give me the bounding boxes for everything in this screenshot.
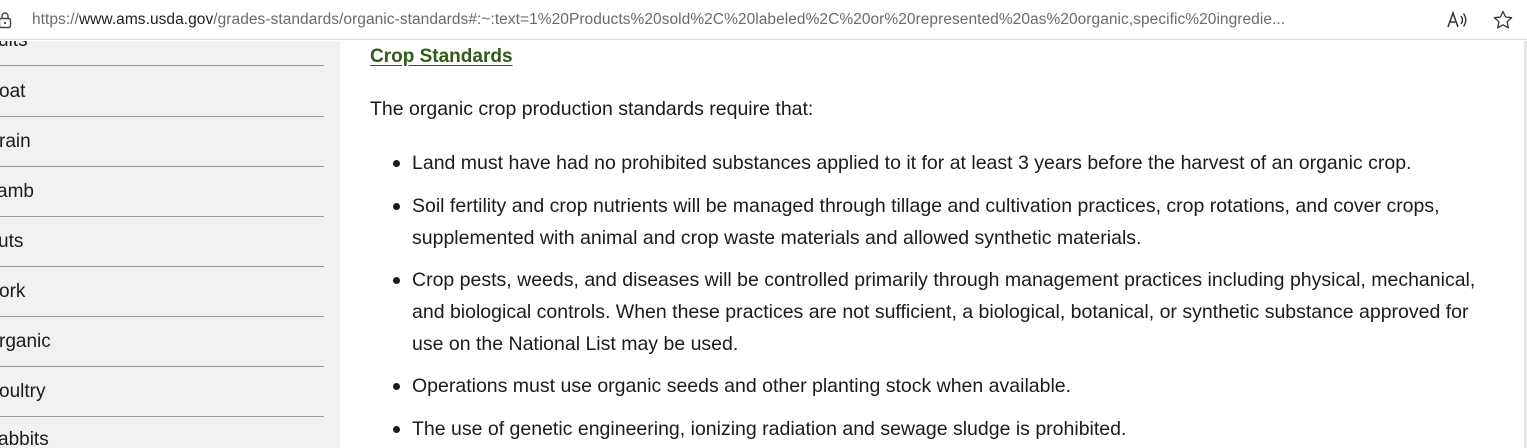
list-item-text: Crop pests, weeds, and diseases will be … <box>412 269 1476 291</box>
sidebar-item-label: amb <box>0 181 34 202</box>
url-path: /grades-standards/organic-standards#:~:t… <box>213 11 1286 28</box>
sidebar-item-label: rganic <box>0 331 51 352</box>
sidebar-item-label: abbits <box>0 429 49 448</box>
sidebar-nav: uits oat rain amb uts ork rganic oultry … <box>0 41 340 448</box>
bullet-icon <box>393 383 400 390</box>
bullet-icon <box>393 277 400 284</box>
sidebar-item-pork[interactable]: ork <box>0 267 324 317</box>
list-item-text: The use of genetic engineering, ionizing… <box>412 418 1127 440</box>
bullet-icon <box>393 160 400 167</box>
list-item-text-line2: supplemented with animal and crop waste … <box>412 227 1142 249</box>
favorite-star-icon[interactable] <box>1493 10 1513 30</box>
sidebar-item-nuts[interactable]: uts <box>0 217 324 267</box>
crop-standards-link[interactable]: Crop Standards <box>370 46 513 68</box>
address-bar[interactable]: https://www.ams.usda.gov/grades-standard… <box>0 0 1527 40</box>
sidebar-item-label: uts <box>0 231 24 252</box>
sidebar-item-fruits[interactable]: uits <box>0 41 324 66</box>
sidebar-item-rabbits[interactable]: abbits <box>0 415 324 448</box>
sidebar-item-organic[interactable]: rganic <box>0 317 324 367</box>
list-item-text: Land must have had no prohibited substan… <box>412 152 1412 174</box>
bullet-icon <box>393 203 400 210</box>
sidebar-item-label: rain <box>0 131 31 152</box>
bullet-icon <box>393 426 400 433</box>
url-text[interactable]: https://www.ams.usda.gov/grades-standard… <box>32 10 1422 30</box>
read-aloud-icon[interactable] <box>1446 10 1468 30</box>
list-item-text: Operations must use organic seeds and ot… <box>412 375 1072 397</box>
sidebar-item-label: oultry <box>0 381 46 402</box>
sidebar-item-goat[interactable]: oat <box>0 67 324 117</box>
list-item-text: Soil fertility and crop nutrients will b… <box>412 195 1440 217</box>
lock-icon[interactable] <box>0 11 12 29</box>
sidebar-item-label: uits <box>0 41 28 65</box>
sidebar-item-lamb[interactable]: amb <box>0 167 324 217</box>
url-scheme: https:// <box>32 11 79 28</box>
intro-text: The organic crop production standards re… <box>370 98 814 120</box>
sidebar-item-poultry[interactable]: oultry <box>0 367 324 417</box>
list-item-text-line3: use on the National List may be used. <box>412 333 739 355</box>
list-item-text-line2: and biological controls. When these prac… <box>412 301 1469 323</box>
sidebar-item-label: oat <box>0 81 26 102</box>
sidebar-item-label: ork <box>0 281 26 302</box>
main-content: Crop Standards The organic crop producti… <box>340 41 1527 448</box>
url-host: www.ams.usda.gov <box>78 11 214 28</box>
sidebar-item-grain[interactable]: rain <box>0 117 324 167</box>
